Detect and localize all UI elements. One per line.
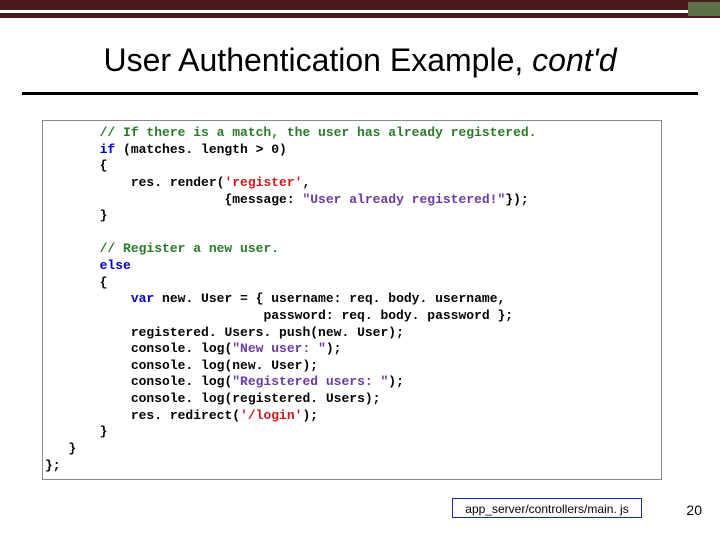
page-title: User Authentication Example, cont'd [0,42,720,79]
page-number: 20 [686,502,702,518]
file-path-label: app_server/controllers/main. js [452,498,642,518]
decor-bar-bot [0,13,720,18]
title-main: User Authentication Example, [103,42,532,78]
decor-bar-accent [688,2,720,16]
code-block: // If there is a match, the user has alr… [42,120,662,480]
title-rule [22,92,698,95]
title-italic: cont'd [532,42,616,78]
decor-bar-top [0,0,720,10]
